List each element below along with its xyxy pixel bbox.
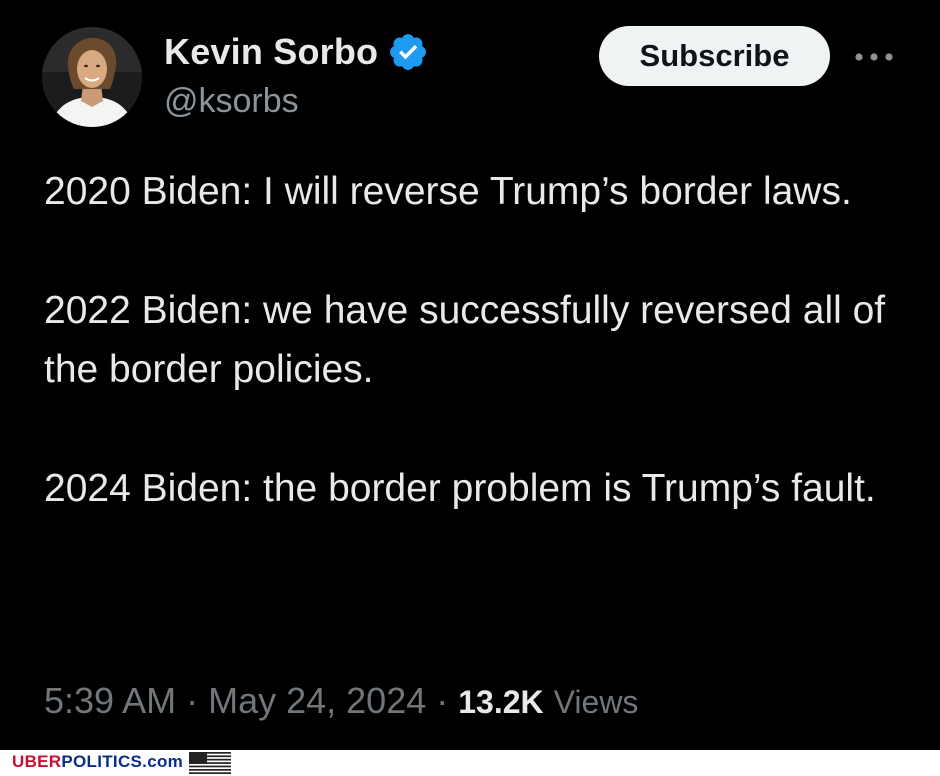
watermark-tld: .com: [142, 752, 184, 771]
us-flag-icon: [189, 752, 231, 774]
more-options-icon: [855, 53, 893, 61]
watermark-uber: UBER: [12, 752, 62, 771]
tweet-date[interactable]: May 24, 2024: [208, 680, 426, 722]
tweet-card: Kevin Sorbo @ksorbs Subscribe 2020 Biden…: [0, 0, 940, 750]
tweet-paragraph: 2020 Biden: I will reverse Trump’s borde…: [44, 170, 852, 213]
avatar-image: [42, 27, 142, 127]
watermark-politics: POLITICS: [61, 752, 143, 771]
views-count[interactable]: 13.2K: [458, 684, 543, 721]
author-name-row: Kevin Sorbo: [164, 28, 429, 76]
watermark-bar: UBERPOLITICS.com: [0, 750, 940, 776]
tweet-metadata: 5:39 AM · May 24, 2024 · 13.2K Views: [44, 680, 638, 722]
views-label: Views: [553, 684, 639, 720]
tweet-paragraph: 2022 Biden: we have successfully reverse…: [44, 289, 886, 391]
author-display-name[interactable]: Kevin Sorbo: [164, 31, 378, 73]
subscribe-button[interactable]: Subscribe: [599, 26, 830, 86]
meta-separator: ·: [436, 680, 449, 721]
author-avatar[interactable]: [42, 27, 142, 127]
site-watermark: UBERPOLITICS.com: [12, 752, 183, 772]
tweet-paragraph: 2024 Biden: the border problem is Trump’…: [44, 467, 876, 510]
meta-separator: ·: [186, 680, 199, 721]
more-options-button[interactable]: [850, 40, 898, 74]
tweet-time[interactable]: 5:39 AM: [44, 680, 176, 722]
tweet-body: 2020 Biden: I will reverse Trump’s borde…: [44, 162, 924, 518]
author-handle[interactable]: @ksorbs: [164, 82, 299, 121]
verified-badge-icon: [387, 31, 429, 73]
